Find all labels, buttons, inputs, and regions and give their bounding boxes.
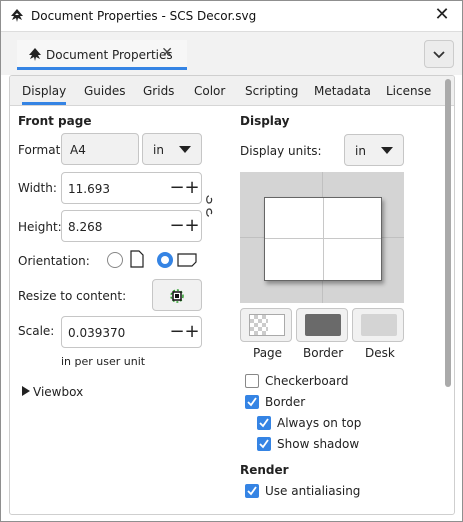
document-properties-window: Document Properties - SCS Decor.svg ✕ Do… xyxy=(0,0,463,522)
width-spinbutton[interactable]: 11.693 − + xyxy=(61,172,202,204)
landscape-radio[interactable] xyxy=(157,252,173,268)
checkmark-icon xyxy=(247,397,257,407)
show-shadow-checkbox[interactable] xyxy=(257,437,271,451)
checkmark-icon xyxy=(247,486,257,496)
height-label: Height: xyxy=(18,220,62,234)
fit-page-icon xyxy=(170,289,184,303)
front-page-title: Front page xyxy=(18,114,92,128)
tab-color[interactable]: Color xyxy=(194,84,225,98)
portrait-page-icon xyxy=(130,250,144,268)
page-preview xyxy=(240,172,404,303)
portrait-radio[interactable] xyxy=(107,252,123,268)
scale-spinbutton[interactable]: 0.039370 − + xyxy=(61,316,202,348)
height-increment-button[interactable]: + xyxy=(183,214,201,238)
display-units-value: in xyxy=(355,144,366,158)
chevron-down-icon xyxy=(433,51,445,59)
scale-increment-button[interactable]: + xyxy=(183,320,201,344)
tab-grids[interactable]: Grids xyxy=(143,84,174,98)
page-unit-value: in xyxy=(153,143,164,157)
inkscape-logo-icon xyxy=(11,9,23,22)
orientation-label: Orientation: xyxy=(18,254,90,268)
scale-label: Scale: xyxy=(18,324,55,338)
page-swatch-label: Page xyxy=(253,346,283,360)
format-value: A4 xyxy=(70,143,86,157)
desk-color-swatch xyxy=(361,314,397,336)
display-units-label: Display units: xyxy=(240,144,322,158)
width-value: 11.693 xyxy=(68,182,110,196)
show-shadow-label: Show shadow xyxy=(277,437,360,451)
close-window-button[interactable]: ✕ xyxy=(432,5,452,25)
tab-document-properties[interactable]: Document Properties ✕ xyxy=(17,40,187,70)
tab-display[interactable]: Display xyxy=(22,84,67,105)
width-label: Width: xyxy=(18,181,57,195)
tab-guides[interactable]: Guides xyxy=(84,84,126,98)
tab-label: Document Properties xyxy=(46,48,173,62)
dock-tab-strip: Document Properties ✕ xyxy=(1,31,462,75)
scale-hint: in per user unit xyxy=(61,355,146,368)
antialiasing-checkbox[interactable] xyxy=(245,484,259,498)
display-units-dropdown[interactable]: in xyxy=(344,134,404,166)
border-checkbox[interactable] xyxy=(245,395,259,409)
checkerboard-label: Checkerboard xyxy=(265,374,349,388)
always-on-top-checkbox[interactable] xyxy=(257,416,271,430)
properties-panel: Display Guides Grids Color Scripting Met… xyxy=(9,75,455,515)
scrollbar-thumb[interactable] xyxy=(445,79,451,387)
always-on-top-label: Always on top xyxy=(277,416,362,430)
landscape-page-icon xyxy=(177,253,197,267)
desk-color-button[interactable] xyxy=(352,308,404,342)
page-color-swatch xyxy=(249,314,285,336)
format-dropdown[interactable]: A4 xyxy=(61,133,139,165)
link-dimensions-icon[interactable] xyxy=(204,194,214,218)
resize-to-content-label: Resize to content: xyxy=(18,289,127,303)
tab-metadata[interactable]: Metadata xyxy=(314,84,371,98)
antialiasing-label: Use antialiasing xyxy=(265,484,361,498)
tab-license[interactable]: License xyxy=(386,84,431,98)
window-title: Document Properties - SCS Decor.svg xyxy=(31,9,257,23)
height-spinbutton[interactable]: 8.268 − + xyxy=(61,210,202,242)
checkmark-icon xyxy=(259,418,269,428)
scale-value: 0.039370 xyxy=(68,326,126,340)
expander-arrow-icon[interactable] xyxy=(22,386,30,396)
caret-down-icon xyxy=(179,146,191,153)
checkmark-icon xyxy=(259,439,269,449)
caret-down-icon xyxy=(381,147,393,154)
page-color-button[interactable] xyxy=(240,308,292,342)
height-value: 8.268 xyxy=(68,220,103,234)
vertical-scrollbar[interactable] xyxy=(444,79,452,511)
page-preview-sheet xyxy=(264,197,382,281)
desk-swatch-label: Desk xyxy=(365,346,395,360)
viewbox-expander[interactable]: Viewbox xyxy=(33,385,83,399)
border-color-button[interactable] xyxy=(296,308,348,342)
border-color-swatch xyxy=(305,314,341,336)
resize-to-content-button[interactable] xyxy=(152,279,202,311)
tab-scripting[interactable]: Scripting xyxy=(245,84,298,98)
checkerboard-checkbox[interactable] xyxy=(245,374,259,388)
tab-menu-button[interactable] xyxy=(424,40,454,68)
close-tab-icon[interactable]: ✕ xyxy=(161,45,173,61)
display-section-title: Display xyxy=(240,114,290,128)
border-label: Border xyxy=(265,395,306,409)
document-properties-icon xyxy=(29,48,41,61)
render-section-title: Render xyxy=(240,463,289,477)
border-swatch-label: Border xyxy=(303,346,344,360)
title-bar: Document Properties - SCS Decor.svg ✕ xyxy=(1,1,462,31)
format-label: Format: xyxy=(18,143,65,157)
width-increment-button[interactable]: + xyxy=(183,176,201,200)
notebook-tabs: Display Guides Grids Color Scripting Met… xyxy=(10,76,454,106)
page-unit-dropdown[interactable]: in xyxy=(142,133,202,165)
